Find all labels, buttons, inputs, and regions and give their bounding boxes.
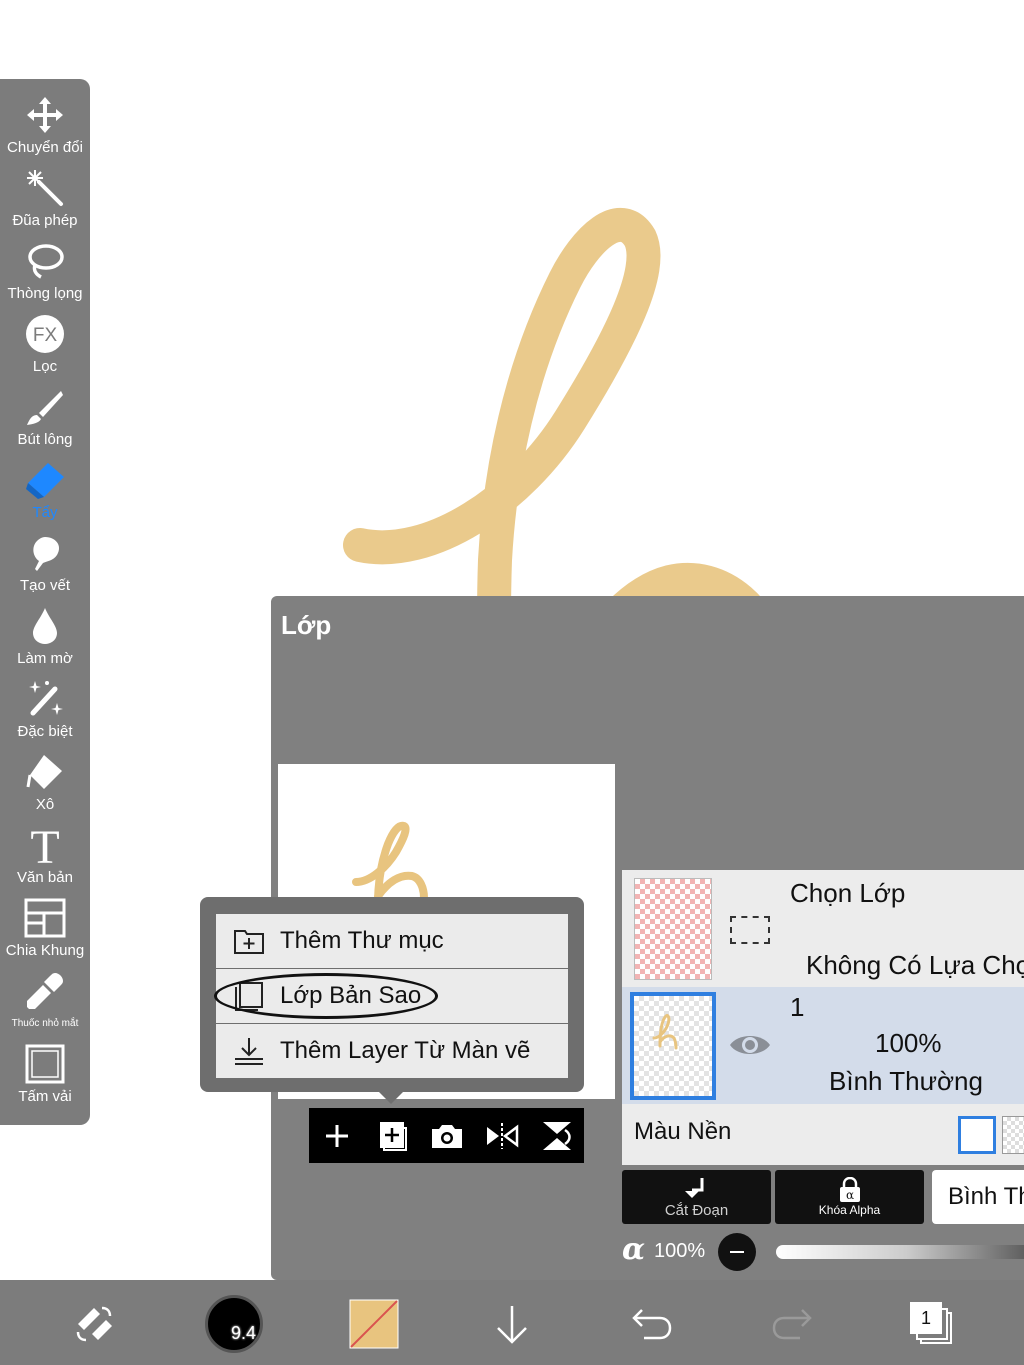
- smudge-icon: [23, 531, 67, 575]
- color-swatch-button[interactable]: [344, 1294, 404, 1354]
- fx-filter-icon: FX: [23, 312, 67, 356]
- selection-layer-row[interactable]: Chọn Lớp Không Có Lựa Chọn: [622, 870, 1024, 987]
- tool-brush[interactable]: Bút lông: [0, 383, 90, 456]
- svg-text:T: T: [30, 823, 59, 867]
- move-icon: [23, 93, 67, 137]
- selection-layer-thumbnail: [634, 878, 712, 980]
- camera-icon[interactable]: [427, 1116, 467, 1156]
- layer-visibility-eye-icon[interactable]: [728, 1025, 772, 1065]
- tool-text[interactable]: T Văn bản: [0, 821, 90, 894]
- menu-import-from-canvas[interactable]: Thêm Layer Từ Màn vẽ: [216, 1024, 568, 1078]
- tool-bucket[interactable]: Xô: [0, 748, 90, 821]
- eyedropper-icon: [23, 969, 67, 1013]
- tool-move[interactable]: Chuyển đổi: [0, 91, 90, 164]
- opacity-row: α 100%: [622, 1232, 1024, 1272]
- layer-1-blend-mode: Bình Thường: [829, 1066, 983, 1096]
- tool-canvas[interactable]: Tấm vải: [0, 1040, 90, 1113]
- opacity-minus-button[interactable]: [718, 1233, 756, 1271]
- preview-stroke: [352, 821, 428, 908]
- bottom-toolbar: 9.4 1: [0, 1280, 1024, 1365]
- background-white-swatch[interactable]: [958, 1116, 996, 1154]
- special-brush-icon: [23, 677, 67, 721]
- move-down-arrow-icon[interactable]: [482, 1294, 542, 1354]
- layers-button[interactable]: 1: [902, 1294, 962, 1354]
- layer-count: 1: [910, 1302, 942, 1334]
- tool-smudge[interactable]: Tạo vết: [0, 529, 90, 602]
- redo-icon[interactable]: [762, 1294, 822, 1354]
- frame-divider-icon: [23, 896, 67, 940]
- flip-icon[interactable]: [482, 1116, 522, 1156]
- add-copy-icon[interactable]: [372, 1116, 412, 1156]
- layer-list: Chọn Lớp Không Có Lựa Chọn 1 100% Bình T…: [622, 870, 1024, 1165]
- selection-layer-value: Không Có Lựa Chọn: [806, 950, 1024, 980]
- background-color-row[interactable]: Màu Nền: [622, 1104, 1024, 1165]
- tool-frame-divider[interactable]: Chia Khung: [0, 894, 90, 967]
- app-screen: Chuyển đổi Đũa phép Thòng lọng FX Lọc Bú…: [0, 0, 1024, 1365]
- layer-panel-title: Lớp: [281, 610, 332, 640]
- brush-size-value: 9.4: [230, 1323, 256, 1343]
- tool-lasso[interactable]: Thòng lọng: [0, 237, 90, 310]
- layer-action-bar: [309, 1108, 584, 1163]
- svg-text:α: α: [845, 1188, 853, 1202]
- opacity-slider[interactable]: [776, 1245, 1024, 1259]
- popup-pointer: [377, 1090, 405, 1104]
- tool-eyedropper[interactable]: Thuốc nhỏ mắt: [0, 967, 90, 1040]
- brush-size-button[interactable]: 9.4: [204, 1294, 264, 1354]
- selection-marquee-icon: [730, 916, 770, 944]
- layer-1-thumbnail: [630, 992, 716, 1100]
- background-transparent-swatch[interactable]: [1002, 1116, 1024, 1154]
- selection-layer-title: Chọn Lớp: [790, 878, 906, 908]
- text-icon: T: [23, 823, 67, 867]
- undo-icon[interactable]: [622, 1294, 682, 1354]
- eraser-icon: [23, 458, 67, 502]
- clipping-arrow-icon: [684, 1177, 703, 1198]
- layer-1-name: 1: [790, 992, 805, 1022]
- menu-add-folder[interactable]: Thêm Thư mục: [216, 914, 568, 968]
- quick-tools-icon[interactable]: [64, 1294, 124, 1354]
- blend-mode-select[interactable]: Bình Thường: [932, 1170, 1024, 1224]
- alpha-lock-icon: α: [839, 1177, 860, 1202]
- tool-eraser[interactable]: Tẩy: [0, 456, 90, 529]
- canvas-icon: [23, 1042, 67, 1086]
- merge-down-icon[interactable]: [537, 1116, 577, 1156]
- alpha-symbol: α: [622, 1232, 646, 1267]
- svg-text:FX: FX: [33, 325, 58, 346]
- layer-1-opacity: 100%: [875, 1028, 942, 1058]
- bucket-icon: [23, 750, 67, 794]
- clipping-button[interactable]: Cắt Đoạn: [622, 1170, 771, 1224]
- tool-filter[interactable]: FX Lọc: [0, 310, 90, 383]
- tool-magic-wand[interactable]: Đũa phép: [0, 164, 90, 237]
- brush-icon: [23, 385, 67, 429]
- alpha-lock-button[interactable]: α Khóa Alpha: [775, 1170, 924, 1224]
- background-label: Màu Nền: [634, 1118, 732, 1145]
- lasso-icon: [23, 239, 67, 283]
- tool-sidebar: Chuyển đổi Đũa phép Thòng lọng FX Lọc Bú…: [0, 79, 90, 1125]
- blur-drop-icon: [23, 604, 67, 648]
- add-folder-icon: [232, 924, 266, 958]
- hand-drawn-highlight-circle: [214, 973, 438, 1019]
- tool-blur[interactable]: Làm mờ: [0, 602, 90, 675]
- import-from-canvas-icon: [232, 1034, 266, 1068]
- tool-special[interactable]: Đặc biệt: [0, 675, 90, 748]
- opacity-value: 100%: [654, 1240, 706, 1262]
- add-layer-icon[interactable]: [317, 1116, 357, 1156]
- minus-icon: [730, 1251, 744, 1253]
- magic-wand-icon: [23, 166, 67, 210]
